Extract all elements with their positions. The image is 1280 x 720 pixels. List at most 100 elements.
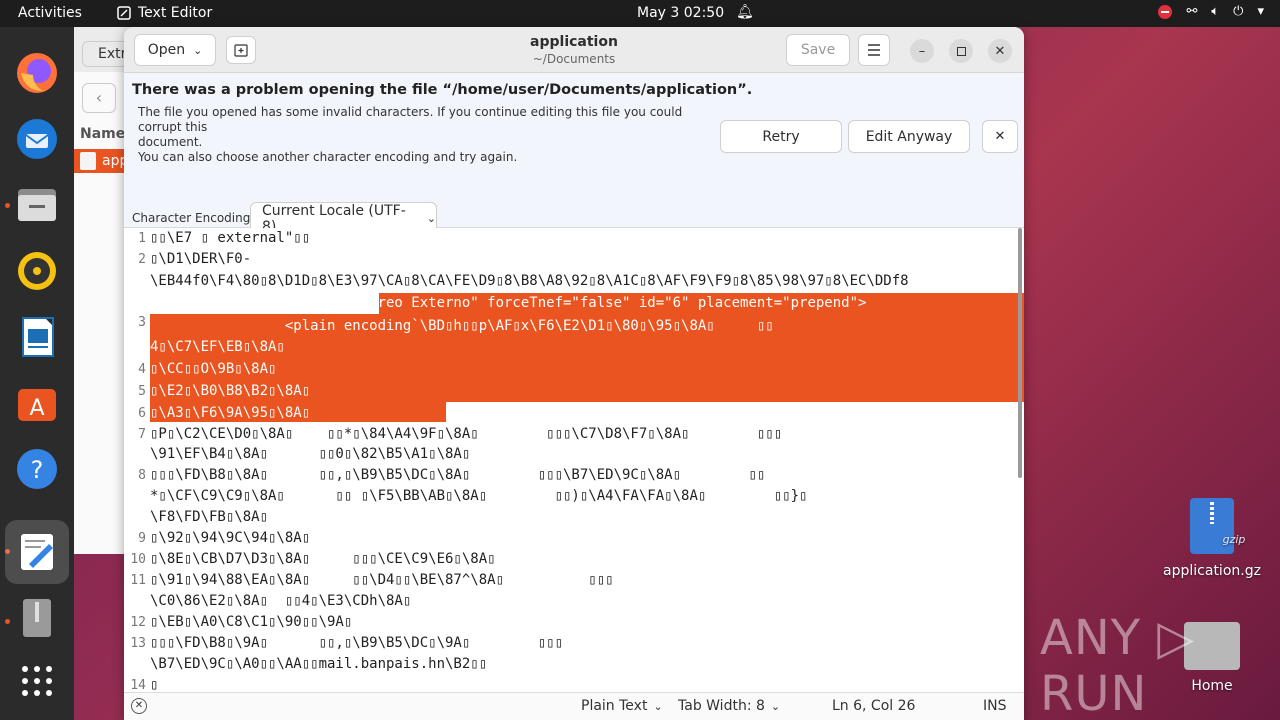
text-line: <plain encoding`\BD▯h▯▯p\AF▯x\F6\E2\D1▯\… <box>150 318 774 334</box>
line-number: 2 <box>138 252 146 267</box>
text-line: \F8\FD\FB▯\8A▯ <box>150 509 269 525</box>
close-button[interactable]: ✕ <box>988 39 1012 63</box>
vertical-scrollbar[interactable] <box>1018 228 1022 478</box>
edit-anyway-button[interactable]: Edit Anyway <box>848 120 970 153</box>
system-tray[interactable]: ⚯ 🔈︎ ⏻ ▾ <box>1158 4 1264 19</box>
text-line: ▯ <box>150 677 159 692</box>
app-name: Text Editor <box>138 5 213 21</box>
chevron-down-icon[interactable]: ▾ <box>1257 4 1264 19</box>
writer-icon[interactable] <box>13 313 61 361</box>
maximize-icon <box>956 46 966 56</box>
text-line: ▯\EB▯\A0\C8\C1▯\90▯▯\9A▯ <box>150 614 353 630</box>
app-menu[interactable]: Text Editor <box>117 5 212 21</box>
language-selector[interactable]: Plain Text ⌄ <box>581 698 663 714</box>
text-line: ▯P▯\C2\CE\D0▯\8A▯ ▯▯*▯\84\A4\9F▯\8A▯ ▯▯▯… <box>150 426 783 442</box>
zipper-icon <box>1210 502 1214 524</box>
close-icon: ✕ <box>994 129 1006 144</box>
text-line: *▯\CF\C9\C9▯\8A▯ ▯▯ ▯\F5\BB\AB▯\8A▯ ▯▯)▯… <box>150 488 808 504</box>
app-grid-icon[interactable] <box>13 657 61 705</box>
power-icon[interactable]: ⏻ <box>1233 4 1243 19</box>
tab-width-label: Tab Width: 8 <box>678 698 765 714</box>
close-icon[interactable]: ✕ <box>131 698 147 714</box>
text-editor-window: Open ⌄ application ~/Documents Save – ✕ … <box>124 27 1024 720</box>
gz-icon-text: gzip <box>1222 533 1246 546</box>
stop-icon[interactable] <box>1158 4 1173 19</box>
name-column-header[interactable]: Name <box>80 126 125 142</box>
infobar-line: You can also choose another character en… <box>138 150 518 164</box>
line-number: 14 <box>130 678 146 692</box>
line-number: 5 <box>138 384 146 399</box>
running-indicator <box>5 619 10 624</box>
dismiss-infobar-button[interactable]: ✕ <box>982 120 1018 153</box>
text-line: ▯\CC▯▯O\9B▯\8A▯ <box>150 361 277 377</box>
text-view[interactable]: 1 2 3 4 5 6 7 8 9 10 11 12 13 14 15 ▯▯\E… <box>124 228 1024 692</box>
minimize-icon: – <box>918 43 926 59</box>
archive-icon[interactable] <box>13 594 61 642</box>
volume-icon[interactable]: 🔈︎ <box>1211 4 1219 19</box>
line-number: 13 <box>130 636 146 651</box>
hamburger-icon <box>868 44 880 56</box>
chevron-down-icon: ⌄ <box>653 699 663 713</box>
chevron-down-icon: ⌄ <box>426 212 436 225</box>
files-icon[interactable] <box>13 181 61 229</box>
language-label: Plain Text <box>581 698 648 714</box>
thunderbird-icon[interactable] <box>13 115 61 163</box>
save-button[interactable]: Save <box>786 34 850 66</box>
retry-button[interactable]: Retry <box>720 120 842 153</box>
svg-text:?: ? <box>31 456 44 484</box>
file-icon <box>80 152 96 170</box>
line-number: 11 <box>130 573 146 588</box>
network-icon[interactable]: ⚯ <box>1186 4 1197 19</box>
infobar-title: There was a problem opening the file “/h… <box>132 82 753 98</box>
text-line: ▯\8E▯\CB\D7\D3▯\8A▯ ▯▯▯\CE\C9\E6▯\8A▯ <box>150 551 496 567</box>
line-number: 7 <box>138 427 146 442</box>
text-editor-dock-icon[interactable] <box>5 520 69 584</box>
text-line: ▯\92▯\94\9C\94▯\8A▯ <box>150 530 311 546</box>
text-line: ▯▯\E7 ▯ external"▯▯ <box>150 230 311 246</box>
desktop-icon-application-gz[interactable]: gzip application.gz <box>1160 498 1264 579</box>
cursor-position[interactable]: Ln 6, Col 26 <box>832 698 915 714</box>
insert-mode[interactable]: INS <box>983 698 1007 714</box>
svg-text:A: A <box>29 396 44 421</box>
cursor-position-label: Ln 6, Col 26 <box>832 698 916 714</box>
tab-width-selector[interactable]: Tab Width: 8 ⌄ <box>678 698 780 714</box>
line-number: 10 <box>130 552 146 567</box>
app-center-icon[interactable]: A <box>13 379 61 427</box>
infobar-message: The file you opened has some invalid cha… <box>138 105 718 165</box>
line-number: 12 <box>130 615 146 630</box>
archive-file-icon: gzip <box>1190 498 1245 554</box>
menu-button[interactable] <box>858 34 890 66</box>
text-line: ><annotate desc="A003 - Correo Externo" … <box>150 295 867 311</box>
text-line: ▯\E2▯\B0\B8\B2▯\8A▯ <box>150 383 311 399</box>
watermark: ANY ▷ RUN <box>1040 610 1196 720</box>
desktop-icon-label: application.gz <box>1163 563 1261 579</box>
bell-icon[interactable]: 🔔︎ <box>736 4 754 20</box>
line-number: 1 <box>138 231 146 246</box>
line-number: 4 <box>138 362 146 377</box>
text-line: \C0\86\E2▯\8A▯ ▯▯4▯\E3\CDh\8A▯ <box>150 593 412 609</box>
minimize-button[interactable]: – <box>910 39 934 63</box>
text-line: ▯▯▯\FD\B8▯\9A▯ ▯▯,▯\B9\B5\DC▯\9A▯ ▯▯▯ <box>150 635 564 651</box>
close-icon: ✕ <box>994 43 1006 59</box>
text-editor-icon <box>117 6 131 20</box>
line-number: 8 <box>138 468 146 483</box>
text-line: ▯\D1\DER\F0- <box>150 251 252 267</box>
infobar-line: The file you opened has some invalid cha… <box>138 105 683 134</box>
text-line: ▯▯▯\FD\B8▯\8A▯ ▯▯,▯\B9\B5\DC▯\8A▯ ▯▯▯\B7… <box>150 467 766 483</box>
text-line: \EB44f0\F4\80▯8\D1D▯8\E3\97\CA▯8\CA\FE\D… <box>150 273 909 289</box>
text-line: ▯\A3▯\F6\9A\95▯\8A▯ <box>150 405 311 421</box>
rhythmbox-icon[interactable] <box>13 247 61 295</box>
headerbar: Open ⌄ application ~/Documents Save – ✕ <box>124 27 1024 73</box>
line-number: 3 <box>138 315 146 330</box>
dock: A ? <box>0 27 74 720</box>
activities-button[interactable]: Activities <box>18 5 82 21</box>
back-button[interactable]: ‹ <box>82 83 116 113</box>
insert-mode-label: INS <box>983 698 1007 714</box>
maximize-button[interactable] <box>949 39 973 63</box>
clock[interactable]: May 3 02:50 <box>637 5 724 21</box>
firefox-icon[interactable] <box>13 49 61 97</box>
running-indicator <box>5 203 10 208</box>
text-line: \B7\ED\9C▯\A0▯▯\AA▯▯mail.banpais.hn\B2▯▯ <box>150 656 488 672</box>
help-icon[interactable]: ? <box>13 445 61 493</box>
top-bar: Activities Text Editor May 3 02:50 🔔︎ ⚯ … <box>0 0 1280 27</box>
